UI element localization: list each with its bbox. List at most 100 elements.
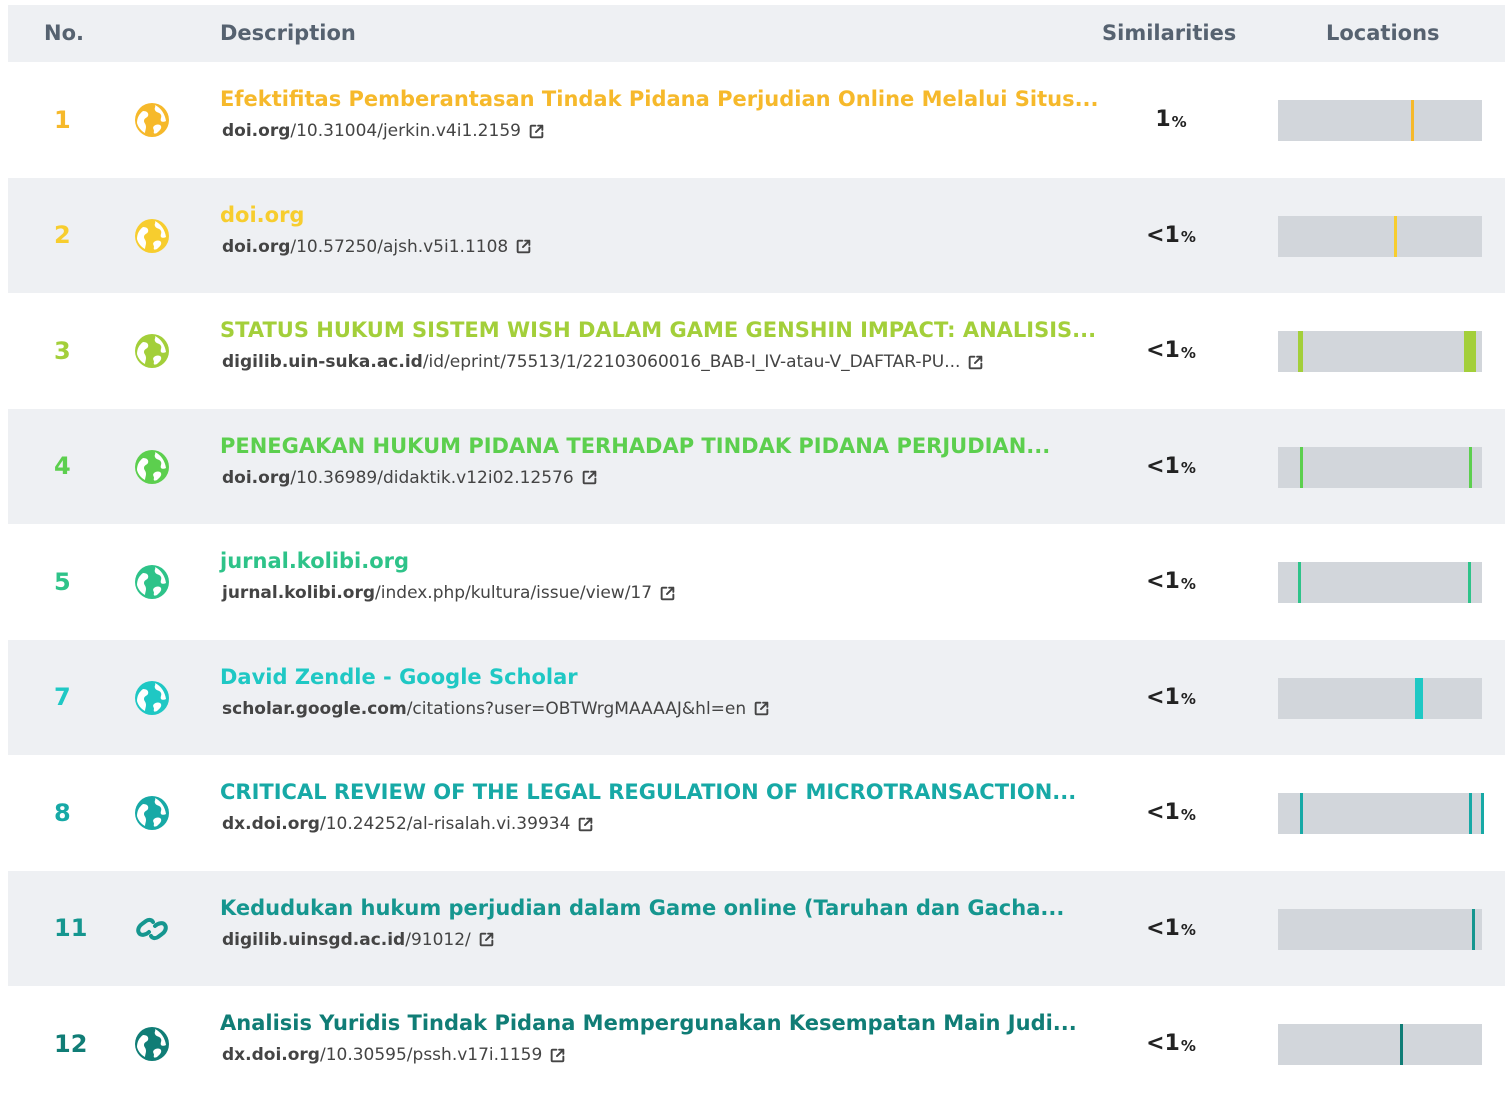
globe-icon <box>134 564 170 600</box>
source-row-11[interactable]: 11 Kedudukan hukum perjudian dalam Game … <box>8 870 1505 986</box>
locations-bar[interactable] <box>1278 677 1482 719</box>
similarity-percent-sign: % <box>1180 343 1196 362</box>
locations-bar[interactable] <box>1278 100 1482 141</box>
source-title-link[interactable]: Efektifitas Pemberantasan Tindak Pidana … <box>220 87 1099 111</box>
location-marker[interactable] <box>1468 446 1472 488</box>
similarity-number: <1 <box>1146 684 1180 710</box>
similarity-number: <1 <box>1146 222 1180 248</box>
location-marker[interactable] <box>1419 677 1423 719</box>
source-url[interactable]: dx.doi.org/10.24252/al-risalah.vi.39934 <box>222 814 594 834</box>
source-title-link[interactable]: Analisis Yuridis Tindak Pidana Mempergun… <box>220 1011 1077 1035</box>
location-marker[interactable] <box>1300 446 1304 488</box>
source-title-link[interactable]: jurnal.kolibi.org <box>220 549 409 573</box>
external-link-icon[interactable] <box>659 585 676 602</box>
source-title-link[interactable]: STATUS HUKUM SISTEM WISH DALAM GAME GENS… <box>220 318 1096 342</box>
similarity-number: <1 <box>1146 915 1180 941</box>
source-path: /10.24252/al-risalah.vi.39934 <box>319 814 571 834</box>
external-link-icon[interactable] <box>581 469 598 486</box>
similarity-number: <1 <box>1146 338 1180 364</box>
source-row-1[interactable]: 1 Efektifitas Pemberantasan Tindak Pidan… <box>8 62 1505 178</box>
external-link-icon[interactable] <box>549 1047 566 1064</box>
source-row-7[interactable]: 7 David Zendle - Google Scholar scholar.… <box>8 639 1505 756</box>
source-domain: doi.org <box>222 467 291 488</box>
source-path: /91012/ <box>405 929 471 950</box>
source-number: 7 <box>54 683 71 712</box>
location-marker[interactable] <box>1300 793 1304 834</box>
source-url[interactable]: doi.org/10.31004/jerkin.v4i1.2159 <box>222 121 545 141</box>
source-title-link[interactable]: CRITICAL REVIEW OF THE LEGAL REGULATION … <box>220 780 1076 804</box>
source-number: 3 <box>54 336 71 365</box>
similarity-value: 1% <box>1126 62 1216 178</box>
location-marker[interactable] <box>1400 1024 1404 1065</box>
similarity-percent-sign: % <box>1180 574 1196 593</box>
header-description: Description <box>220 21 356 45</box>
external-link-icon[interactable] <box>577 816 594 833</box>
globe-icon <box>134 102 170 138</box>
source-url[interactable]: doi.org/10.57250/ajsh.v5i1.1108 <box>222 237 532 257</box>
source-row-5[interactable]: 5 jurnal.kolibi.org jurnal.kolibi.org/in… <box>8 524 1505 640</box>
source-url[interactable]: scholar.google.com/citations?user=OBTWrg… <box>222 699 770 719</box>
source-domain: digilib.uinsgd.ac.id <box>222 929 406 950</box>
similarity-value: <1% <box>1126 640 1216 756</box>
source-row-3[interactable]: 3 STATUS HUKUM SISTEM WISH DALAM GAME GE… <box>8 293 1505 409</box>
source-url[interactable]: dx.doi.org/10.30595/pssh.v17i.1159 <box>222 1045 566 1065</box>
source-row-8[interactable]: 8 CRITICAL REVIEW OF THE LEGAL REGULATIO… <box>8 755 1505 871</box>
location-marker[interactable] <box>1471 908 1475 950</box>
source-number: 4 <box>54 452 71 481</box>
locations-bar[interactable] <box>1278 215 1482 257</box>
source-url[interactable]: doi.org/10.36989/didaktik.v12i02.12576 <box>222 468 598 488</box>
similarity-value: <1% <box>1126 524 1216 640</box>
location-marker[interactable] <box>1472 331 1476 372</box>
location-marker[interactable] <box>1467 562 1471 603</box>
locations-bar[interactable] <box>1278 562 1482 603</box>
globe-icon <box>134 449 170 485</box>
external-link-icon[interactable] <box>528 123 545 140</box>
locations-bar[interactable] <box>1278 331 1482 372</box>
similarity-percent-sign: % <box>1171 112 1187 131</box>
similarity-value: <1% <box>1126 986 1216 1102</box>
location-marker[interactable] <box>1480 793 1484 834</box>
locations-bar[interactable] <box>1278 446 1482 488</box>
source-domain: dx.doi.org <box>222 1045 320 1065</box>
source-url[interactable]: jurnal.kolibi.org/index.php/kultura/issu… <box>222 583 676 603</box>
similarity-number: 1 <box>1155 107 1171 133</box>
location-marker[interactable] <box>1394 215 1398 257</box>
source-path: /index.php/kultura/issue/view/17 <box>375 583 653 603</box>
source-row-4[interactable]: 4 PENEGAKAN HUKUM PIDANA TERHADAP TINDAK… <box>8 408 1505 524</box>
external-link-icon[interactable] <box>515 238 532 255</box>
similarity-percent-sign: % <box>1180 459 1196 478</box>
globe-icon <box>134 680 170 716</box>
locations-bar[interactable] <box>1278 1024 1482 1065</box>
similarity-percent-sign: % <box>1180 690 1196 709</box>
source-title-link[interactable]: Kedudukan hukum perjudian dalam Game onl… <box>220 896 1064 920</box>
source-title-link[interactable]: PENEGAKAN HUKUM PIDANA TERHADAP TINDAK P… <box>220 434 1050 458</box>
source-row-2[interactable]: 2 doi.org doi.org/10.57250/ajsh.v5i1.110… <box>8 177 1505 293</box>
source-row-12[interactable]: 12 Analisis Yuridis Tindak Pidana Memper… <box>8 986 1505 1102</box>
globe-icon <box>134 795 170 831</box>
external-link-icon[interactable] <box>478 931 495 948</box>
locations-bar[interactable] <box>1278 793 1484 834</box>
location-marker[interactable] <box>1298 562 1302 603</box>
source-url[interactable]: digilib.uin-suka.ac.id/id/eprint/75513/1… <box>222 352 984 372</box>
external-link-icon[interactable] <box>967 354 984 371</box>
source-path: /10.36989/didaktik.v12i02.12576 <box>290 467 574 488</box>
source-number: 2 <box>54 221 71 250</box>
globe-icon <box>134 333 170 369</box>
source-domain: dx.doi.org <box>222 814 320 834</box>
similarity-percent-sign: % <box>1180 921 1196 940</box>
source-url[interactable]: digilib.uinsgd.ac.id/91012/ <box>222 930 495 950</box>
source-domain: scholar.google.com <box>222 698 407 719</box>
source-title-link[interactable]: David Zendle - Google Scholar <box>220 665 578 689</box>
external-link-icon[interactable] <box>753 700 770 717</box>
locations-bar[interactable] <box>1278 908 1482 950</box>
source-path: /10.57250/ajsh.v5i1.1108 <box>290 236 509 257</box>
table-body: 1 Efektifitas Pemberantasan Tindak Pidan… <box>8 62 1505 1102</box>
location-marker[interactable] <box>1468 793 1472 834</box>
source-title-link[interactable]: doi.org <box>220 203 304 227</box>
source-number: 5 <box>54 567 71 596</box>
location-marker[interactable] <box>1410 100 1414 141</box>
source-domain: doi.org <box>222 121 291 141</box>
globe-icon <box>134 1026 170 1062</box>
source-domain: doi.org <box>222 236 291 257</box>
location-marker[interactable] <box>1300 331 1304 372</box>
